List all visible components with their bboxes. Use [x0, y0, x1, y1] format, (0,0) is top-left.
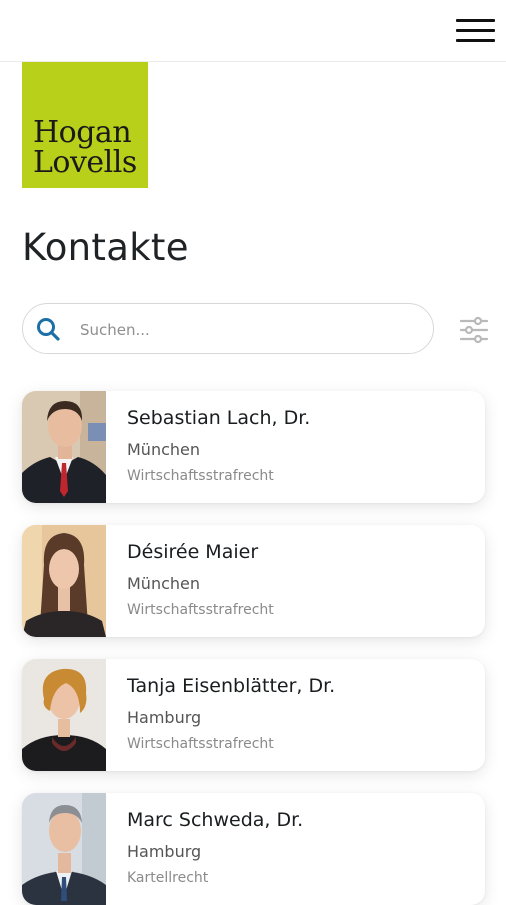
contact-photo [22, 793, 106, 905]
contact-practice-area: Wirtschaftsstrafrecht [127, 468, 274, 484]
hogan-lovells-logo[interactable]: Hogan Lovells [22, 62, 148, 188]
contact-practice-area: Wirtschaftsstrafrecht [127, 602, 274, 618]
top-bar [0, 0, 506, 62]
search-icon[interactable] [35, 316, 61, 342]
filter-sliders-icon[interactable] [459, 316, 489, 344]
contact-card[interactable]: Tanja Eisenblätter, Dr. Hamburg Wirtscha… [22, 659, 485, 771]
contact-card[interactable]: Marc Schweda, Dr. Hamburg Kartellrecht [22, 793, 485, 905]
contact-city: Hamburg [127, 708, 202, 727]
contact-city: München [127, 574, 201, 593]
search-box[interactable] [22, 303, 434, 354]
contact-name: Sebastian Lach, Dr. [127, 407, 311, 429]
contact-name: Tanja Eisenblätter, Dr. [127, 675, 336, 697]
hamburger-menu-icon[interactable] [456, 19, 495, 43]
contact-photo [22, 659, 106, 771]
contact-city: München [127, 440, 201, 459]
contact-photo [22, 391, 106, 503]
contact-practice-area: Wirtschaftsstrafrecht [127, 736, 274, 752]
logo-line-2: Lovells [33, 145, 137, 180]
contact-card[interactable]: Désirée Maier München Wirtschaftsstrafre… [22, 525, 485, 637]
contact-name: Désirée Maier [127, 541, 259, 563]
contact-name: Marc Schweda, Dr. [127, 809, 304, 831]
contact-practice-area: Kartellrecht [127, 870, 209, 886]
contact-card[interactable]: Sebastian Lach, Dr. München Wirtschaftss… [22, 391, 485, 503]
search-input[interactable] [78, 316, 412, 344]
page-title: Kontakte [22, 226, 189, 269]
contact-city: Hamburg [127, 842, 202, 861]
contact-photo [22, 525, 106, 637]
logo-line-1: Hogan [33, 115, 132, 150]
